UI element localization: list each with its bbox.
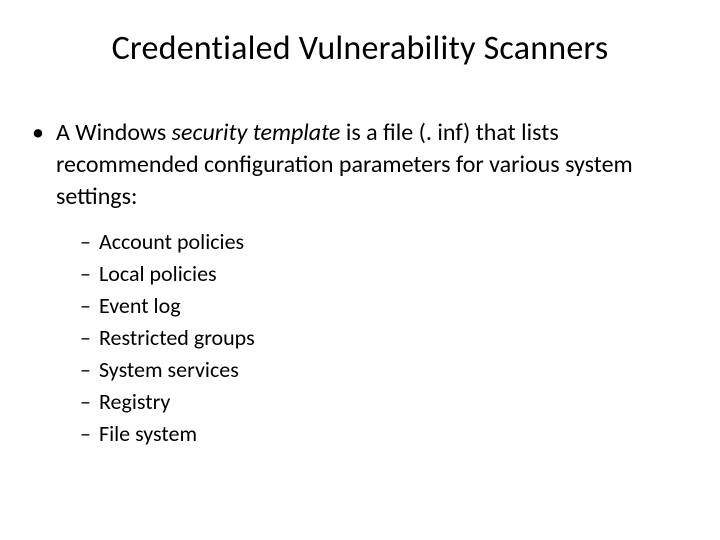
list-item-label: Event log [99, 291, 181, 321]
main-bullet-pre: A Windows [56, 118, 172, 147]
bullet-icon: • [32, 117, 44, 149]
list-item: – Event log [80, 291, 670, 321]
dash-icon: – [80, 291, 91, 321]
main-bullet-text: A Windows security template is a file (.… [56, 117, 670, 213]
list-item-label: Local policies [99, 259, 217, 289]
list-item: – System services [80, 355, 670, 385]
dash-icon: – [80, 323, 91, 353]
main-bullet-italic: security template [172, 118, 341, 147]
dash-icon: – [80, 355, 91, 385]
main-bullet: • A Windows security template is a file … [50, 117, 670, 213]
slide-title: Credentialed Vulnerability Scanners [50, 28, 670, 69]
list-item-label: Registry [99, 387, 170, 417]
list-item-label: Account policies [99, 227, 244, 257]
list-item-label: System services [99, 355, 239, 385]
sub-list: – Account policies – Local policies – Ev… [80, 227, 670, 449]
dash-icon: – [80, 387, 91, 417]
dash-icon: – [80, 419, 91, 449]
list-item: – Local policies [80, 259, 670, 289]
dash-icon: – [80, 259, 91, 289]
list-item: – Registry [80, 387, 670, 417]
list-item-label: Restricted groups [99, 323, 255, 353]
dash-icon: – [80, 227, 91, 257]
list-item: – Restricted groups [80, 323, 670, 353]
list-item: – Account policies [80, 227, 670, 257]
list-item-label: File system [99, 419, 197, 449]
list-item: – File system [80, 419, 670, 449]
